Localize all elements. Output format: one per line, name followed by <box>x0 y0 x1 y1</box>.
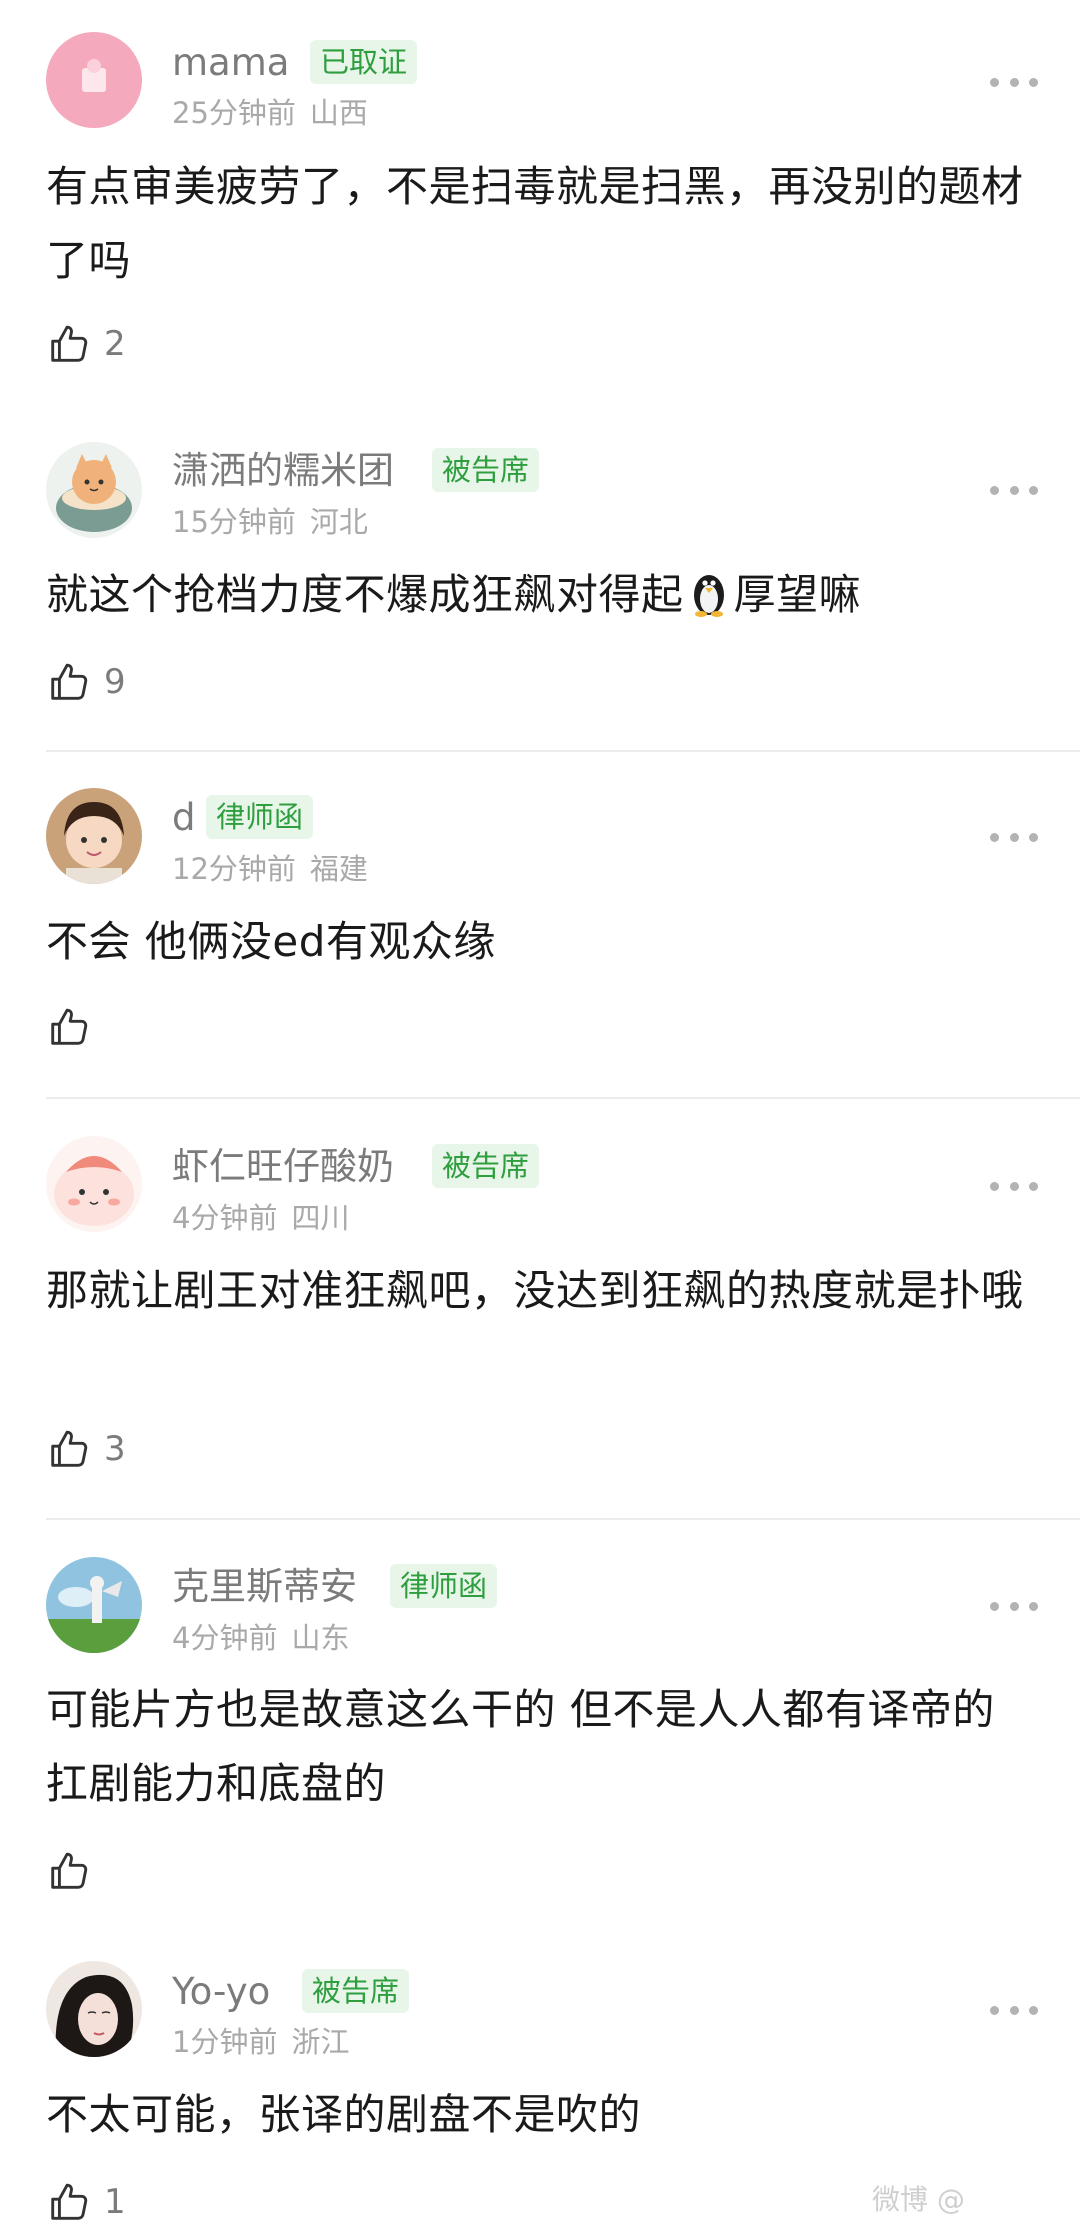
comment-time: 15分钟前 <box>172 505 296 539</box>
avatar-image <box>46 32 142 128</box>
user-badge: 已取证 <box>310 40 418 84</box>
comment-location: 河北 <box>309 505 368 539</box>
more-dot <box>1009 1181 1019 1191</box>
watermark: 微博 @ <box>872 2183 965 2216</box>
like-button[interactable] <box>46 1847 104 1895</box>
avatar[interactable] <box>46 1136 142 1232</box>
more-dot <box>1029 1181 1038 1191</box>
comment-time: 12分钟前 <box>172 852 296 886</box>
comment-meta: 1分钟前 浙江 <box>172 2024 349 2060</box>
comment-text-part: 就这个抢档力度不爆成狂飙对得起 <box>46 570 684 619</box>
like-count: 1 <box>104 2182 126 2222</box>
username[interactable]: 潇洒的糯米团 <box>172 449 394 493</box>
like-button[interactable]: 2 <box>46 320 126 368</box>
more-dot <box>1029 2005 1038 2015</box>
avatar[interactable] <box>46 1961 142 2057</box>
avatar-image <box>46 788 142 884</box>
avatar[interactable] <box>46 1557 142 1653</box>
comment-text: 不会 他俩没ed有观众缘 <box>46 917 496 966</box>
comment-meta: 4分钟前 四川 <box>172 1200 349 1236</box>
username[interactable]: 虾仁旺仔酸奶 <box>172 1145 394 1189</box>
comment-location: 福建 <box>309 852 368 886</box>
like-button[interactable] <box>46 1003 104 1051</box>
thumbs-up-icon <box>51 325 88 362</box>
more-options-button[interactable] <box>990 1174 1038 1198</box>
comment-location: 四川 <box>291 1201 350 1235</box>
avatar[interactable] <box>46 32 142 128</box>
penguin-emoji-icon <box>693 575 724 617</box>
thumbs-up-icon <box>51 1008 88 1045</box>
more-dot <box>1029 1601 1038 1611</box>
like-button[interactable]: 3 <box>46 1425 126 1473</box>
comment-location: 山西 <box>309 96 368 130</box>
comment-time: 25分钟前 <box>172 96 296 130</box>
user-badge: 被告席 <box>432 1144 540 1188</box>
more-options-button[interactable] <box>990 70 1038 94</box>
thumbs-up-icon <box>51 663 88 700</box>
like-count: 3 <box>104 1429 126 1469</box>
comment-time: 4分钟前 <box>172 1201 278 1235</box>
more-dot <box>1009 485 1019 495</box>
avatar-image <box>46 1557 142 1653</box>
more-dot <box>990 1601 999 1611</box>
avatar[interactable] <box>46 442 142 538</box>
more-dot <box>1029 485 1038 495</box>
comment-time: 4分钟前 <box>172 1621 278 1655</box>
like-count: 9 <box>104 662 126 702</box>
comment-meta: 12分钟前 福建 <box>172 851 368 887</box>
username[interactable]: 克里斯蒂安 <box>172 1565 357 1609</box>
comment-text: 不太可能，张译的剧盘不是吹的 <box>46 2090 642 2139</box>
user-badge: 被告席 <box>432 448 540 492</box>
divider <box>46 1518 1080 1520</box>
user-badge: 被告席 <box>302 1969 410 2013</box>
more-options-button[interactable] <box>990 478 1038 502</box>
comment-meta: 4分钟前 山东 <box>172 1620 349 1656</box>
more-dot <box>990 832 999 842</box>
comment-meta: 25分钟前 山西 <box>172 95 368 131</box>
like-button[interactable]: 1 <box>46 2178 126 2226</box>
more-dot <box>1009 2005 1019 2015</box>
thumbs-up-icon <box>51 2183 88 2220</box>
comment-text: 就这个抢档力度不爆成狂飙对得起 厚望嘛 <box>46 558 1036 632</box>
comment-meta: 15分钟前 河北 <box>172 504 368 540</box>
avatar[interactable] <box>46 788 142 884</box>
thumbs-up-icon <box>51 1852 88 1889</box>
more-dot <box>1029 832 1038 842</box>
more-options-button[interactable] <box>990 825 1038 849</box>
divider <box>46 1097 1080 1099</box>
more-options-button[interactable] <box>990 1594 1038 1618</box>
more-dot <box>990 485 999 495</box>
like-button[interactable]: 9 <box>46 658 126 706</box>
more-dot <box>1009 77 1019 87</box>
more-options-button[interactable] <box>990 1998 1038 2022</box>
username[interactable]: mama <box>172 41 289 85</box>
user-badge: 律师函 <box>390 1564 498 1608</box>
more-dot <box>1009 1601 1019 1611</box>
divider <box>46 750 1080 752</box>
comment-location: 浙江 <box>291 2025 350 2059</box>
username[interactable]: d <box>172 796 196 840</box>
like-count: 2 <box>104 324 126 364</box>
avatar-image <box>46 1136 142 1232</box>
more-dot <box>1029 77 1038 87</box>
more-dot <box>990 2005 999 2015</box>
comment-location: 山东 <box>291 1621 350 1655</box>
comment-text-part: 厚望嘛 <box>733 570 862 619</box>
avatar-image <box>46 1961 142 2057</box>
more-dot <box>990 77 999 87</box>
comment-text: 可能片方也是故意这么干的 但不是人人都有译帝的扛剧能力和底盘的 <box>46 1685 995 1808</box>
thumbs-up-icon <box>51 1430 88 1467</box>
comment-text: 有点审美疲劳了，不是扫毒就是扫黑，再没别的题材了吗 <box>46 162 1024 285</box>
comment-text: 那就让剧王对准狂飙吧，没达到狂飙的热度就是扑哦 <box>46 1266 1024 1315</box>
comment-time: 1分钟前 <box>172 2025 278 2059</box>
more-dot <box>990 1181 999 1191</box>
username[interactable]: Yo-yo <box>172 1970 270 2014</box>
user-badge: 律师函 <box>206 795 314 839</box>
avatar-image <box>46 442 142 538</box>
more-dot <box>1009 832 1019 842</box>
